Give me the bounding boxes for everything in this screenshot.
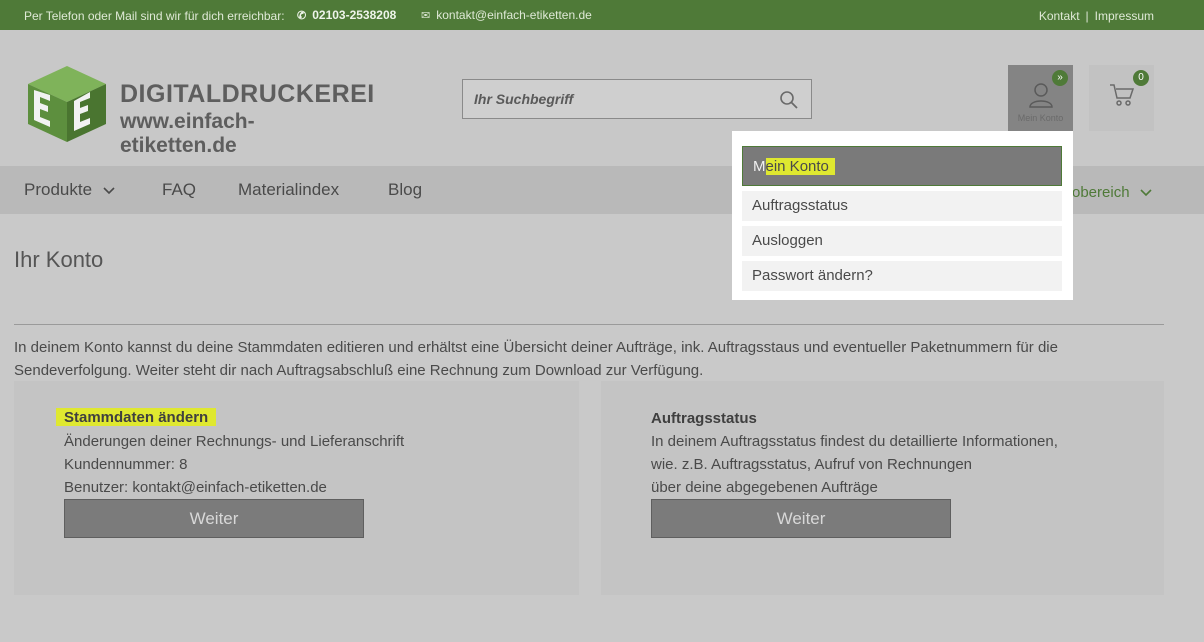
dropdown-item-ausloggen[interactable]: Ausloggen xyxy=(742,226,1062,256)
cart-icon xyxy=(1110,84,1135,106)
email-link[interactable]: ✉ kontakt@einfach-etiketten.de xyxy=(421,8,592,22)
account-badge: » xyxy=(1052,70,1068,86)
top-contact-bar: Per Telefon oder Mail sind wir für dich … xyxy=(0,0,1204,30)
top-links: Kontakt | Impressum xyxy=(1039,9,1154,23)
search-icon xyxy=(780,91,798,109)
nav-item-blog[interactable]: Blog xyxy=(388,180,422,200)
auftragsstatus-weiter-button[interactable]: Weiter xyxy=(651,499,951,538)
site-logo[interactable]: DIGITALDRUCKEREI www.einfach-etiketten.d… xyxy=(26,64,374,157)
nav-item-materialindex[interactable]: Materialindex xyxy=(238,180,339,200)
search-input[interactable] xyxy=(463,80,763,118)
nav-item-produkte[interactable]: Produkte xyxy=(24,180,115,200)
kontakt-link[interactable]: Kontakt xyxy=(1039,9,1080,23)
phone-icon: ✆ xyxy=(297,10,307,22)
user-email: Benutzer: kontakt@einfach-etiketten.de xyxy=(64,479,327,496)
nav-item-faq[interactable]: FAQ xyxy=(162,180,196,200)
intro-text: In deinem Konto kannst du deine Stammdat… xyxy=(14,339,1058,379)
panel-title: Auftragsstatus xyxy=(651,410,757,427)
stammdaten-panel: Stammdaten ändern Änderungen deiner Rech… xyxy=(14,381,579,595)
account-dropdown: Mein Konto Auftragsstatus Ausloggen Pass… xyxy=(732,131,1073,300)
contact-text: Per Telefon oder Mail sind wir für dich … xyxy=(24,9,285,23)
dropdown-item-mein-konto[interactable]: Mein Konto xyxy=(742,146,1062,186)
cart-button[interactable]: 0 xyxy=(1089,65,1154,131)
account-button[interactable]: » Mein Konto xyxy=(1008,65,1073,131)
mail-icon: ✉ xyxy=(421,10,431,22)
search-button[interactable] xyxy=(779,90,799,110)
chevron-down-icon xyxy=(103,187,115,195)
dropdown-item-auftragsstatus[interactable]: Auftragsstatus xyxy=(742,191,1062,221)
panel-line: In deinem Auftragsstatus findest du deta… xyxy=(651,433,1058,450)
cart-count-badge: 0 xyxy=(1133,70,1149,86)
logo-cube-icon xyxy=(28,66,106,142)
link-separator: | xyxy=(1085,9,1089,23)
account-label: Mein Konto xyxy=(1017,113,1064,123)
divider xyxy=(14,324,1164,325)
stammdaten-weiter-button[interactable]: Weiter xyxy=(64,499,364,538)
impressum-link[interactable]: Impressum xyxy=(1095,9,1154,23)
panel-line: Änderungen deiner Rechnungs- und Liefera… xyxy=(64,433,405,450)
panel-title: Stammdaten ändern xyxy=(56,408,217,426)
user-icon xyxy=(1029,83,1053,108)
dropdown-item-passwort-aendern[interactable]: Passwort ändern? xyxy=(742,261,1062,291)
chevron-down-icon xyxy=(1140,189,1152,197)
page-title: Ihr Konto xyxy=(14,247,104,272)
panel-line: über deine abgegebenen Aufträge xyxy=(651,479,878,496)
nav-item-kundenbereich[interactable]: obereich xyxy=(1072,184,1152,201)
search-box xyxy=(462,79,812,119)
panel-line: wie. z.B. Auftragsstatus, Aufruf von Rec… xyxy=(651,456,973,473)
logo-title: DIGITALDRUCKEREI xyxy=(120,80,375,108)
customer-number: Kundennummer: 8 xyxy=(64,456,188,473)
phone-number[interactable]: ✆ 02103-2538208 xyxy=(297,8,396,22)
logo-url: www.einfach-etiketten.de xyxy=(120,110,255,157)
auftragsstatus-panel: Auftragsstatus In deinem Auftragsstatus … xyxy=(601,381,1164,595)
